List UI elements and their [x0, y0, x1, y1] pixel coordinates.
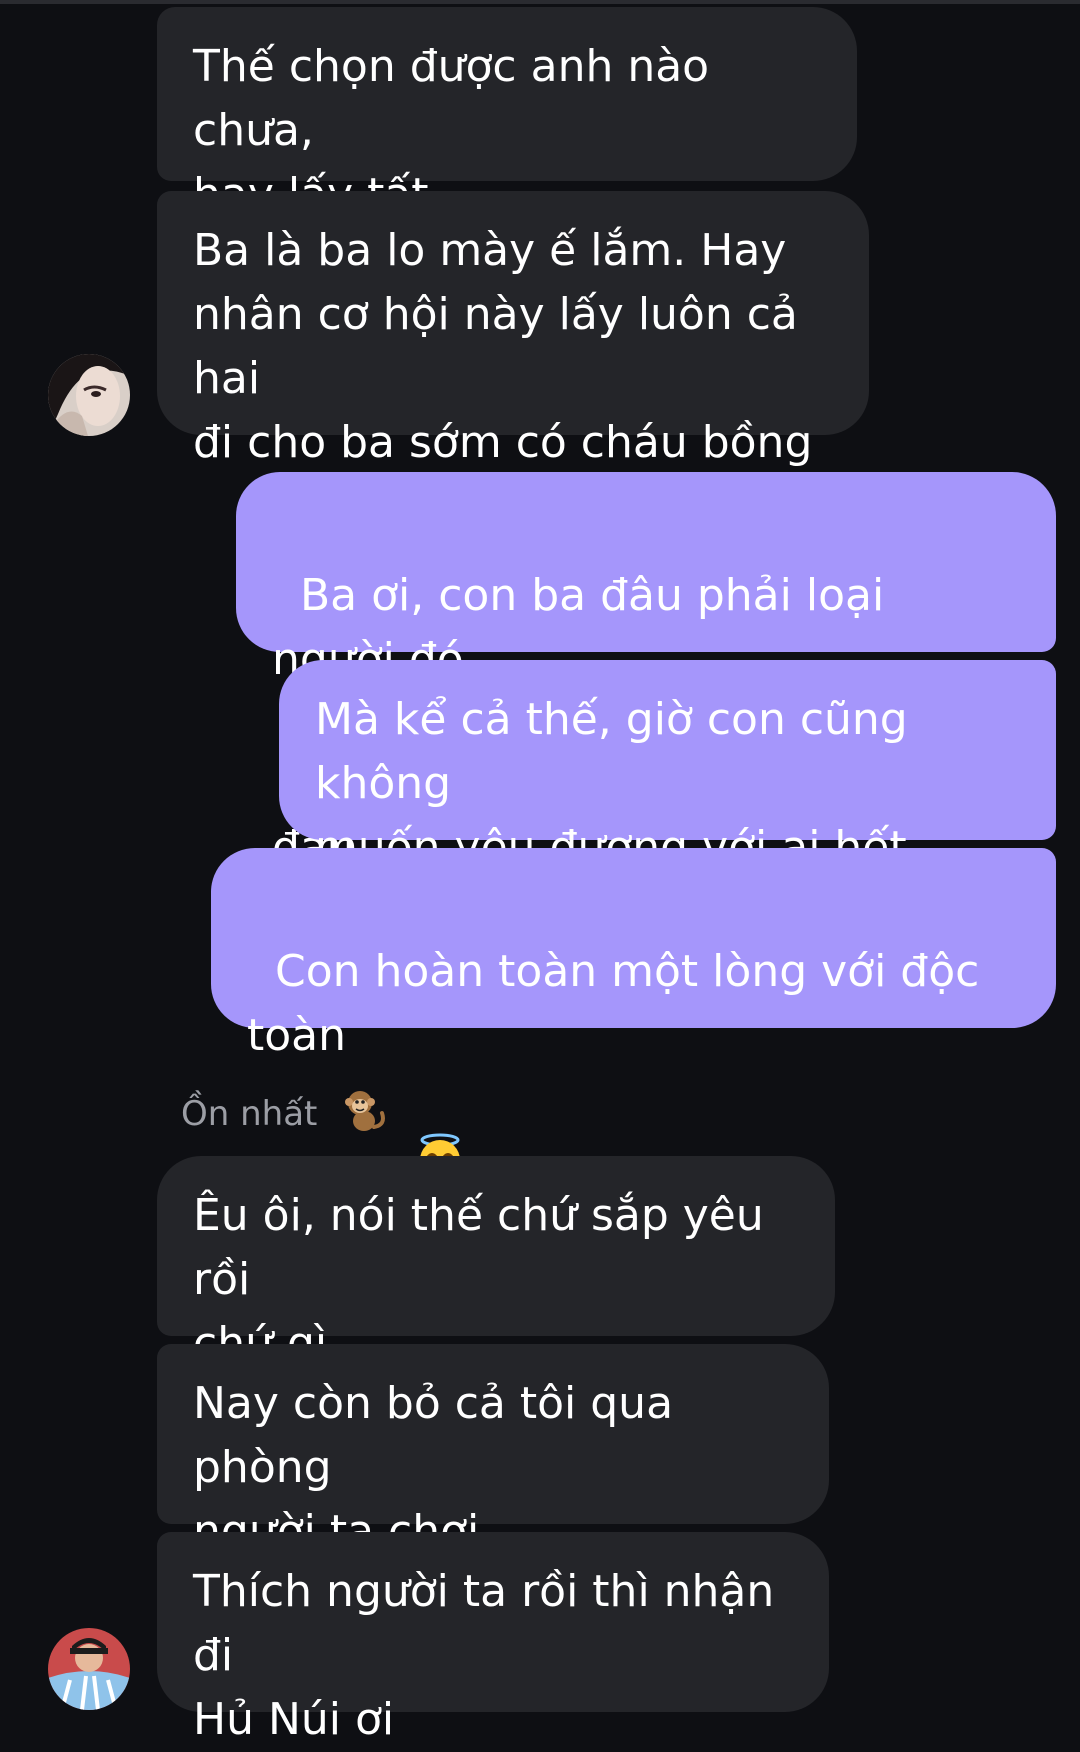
message-bubble-outgoing[interactable]: Con hoàn toàn một lòng với độc toàn thân	[211, 848, 1056, 1249]
sender-name-label: Ồn nhất	[181, 1087, 388, 1148]
message-bubble-outgoing[interactable]: Mà kể cả thế, giờ con cũng không muốn yê…	[279, 660, 1056, 873]
avatar[interactable]	[48, 354, 130, 436]
message-bubble-incoming[interactable]: Nay còn bỏ cả tôi qua phòng người ta chơ…	[157, 1344, 829, 1557]
top-edge	[0, 0, 1080, 4]
monkey-icon	[340, 1087, 388, 1148]
message-bubble-incoming[interactable]: Êu ôi, nói thế chứ sắp yêu rồi chứ gì	[157, 1156, 835, 1369]
message-bubble-incoming[interactable]: Ba là ba lo mày ế lắm. Hay nhân cơ hội n…	[157, 191, 869, 468]
message-bubble-incoming[interactable]: Thế chọn được anh nào chưa, hay lấy tất	[157, 7, 857, 220]
sender-name: Ồn nhất	[181, 1094, 318, 1134]
message-bubble-outgoing[interactable]: Ba ơi, con ba đâu phải loại người đó đâu	[236, 472, 1056, 873]
message-bubble-incoming[interactable]: Thích người ta rồi thì nhận đi Hủ Núi ơi	[157, 1532, 829, 1745]
avatar[interactable]	[48, 1628, 130, 1710]
